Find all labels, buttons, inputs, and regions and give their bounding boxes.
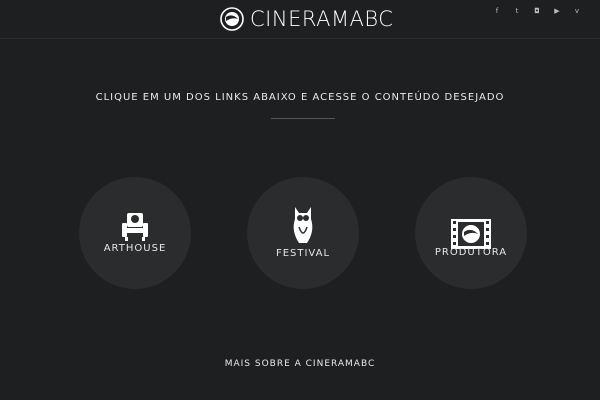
header: CINERAMABC f t ◘ ▶ v [0,0,600,39]
intro-divider [271,118,335,119]
festival-link[interactable]: FESTIVAL [247,177,359,289]
film-strip-icon [451,219,491,249]
instagram-icon[interactable]: ◘ [532,6,542,16]
intro-text: CLIQUE EM UM DOS LINKS ABAIXO E ACESSE O… [95,92,505,103]
logo-text: CINERAMABC [250,7,394,31]
cinema-seat-icon [122,213,148,241]
about-link[interactable]: MAIS SOBRE A CINERAMABC [0,359,600,369]
festival-label: FESTIVAL [275,248,331,259]
arthouse-link[interactable]: ARTHOUSE [79,177,191,289]
produtora-label: PRODUTORA [434,247,508,258]
owl-icon [293,207,313,243]
social-links: f t ◘ ▶ v [492,6,582,16]
twitter-icon[interactable]: t [512,6,522,16]
produtora-link[interactable]: PRODUTORA [415,177,527,289]
arthouse-label: ARTHOUSE [103,243,167,254]
logo-reel-icon [220,7,244,31]
logo[interactable]: CINERAMABC [220,6,393,32]
youtube-icon[interactable]: ▶ [552,6,562,16]
vimeo-icon[interactable]: v [572,6,582,16]
facebook-icon[interactable]: f [492,6,502,16]
